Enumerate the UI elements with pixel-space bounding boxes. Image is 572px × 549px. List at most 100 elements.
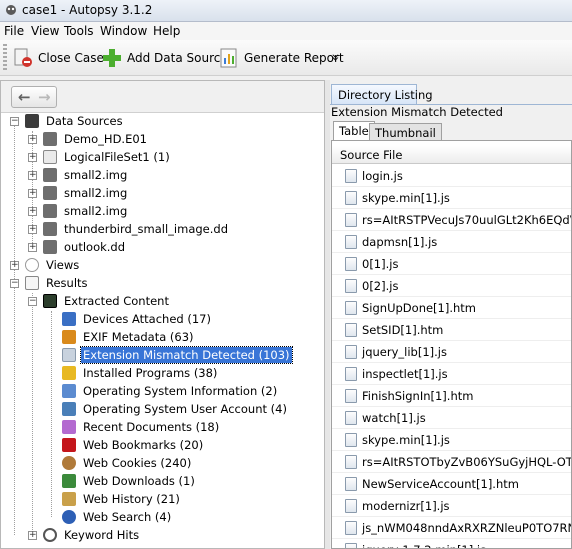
tree-label: Operating System User Account (4) — [83, 402, 287, 416]
tab-directory-listing[interactable]: Directory Listing — [331, 84, 433, 104]
tree-label: Web Search (4) — [83, 510, 172, 524]
tree-node-web-cookies[interactable]: Web Cookies (240) — [62, 454, 193, 472]
expand-toggle[interactable]: + — [28, 189, 37, 198]
disk-image-icon — [43, 204, 57, 218]
table-row[interactable]: inspectlet[1].js — [332, 363, 571, 385]
tree-node-os-user-account[interactable]: Operating System User Account (4) — [62, 400, 289, 418]
window-title: case1 - Autopsy 3.1.2 — [22, 3, 153, 17]
results-icon — [25, 276, 39, 290]
file-icon — [345, 278, 357, 293]
tree-node-web-downloads[interactable]: Web Downloads (1) — [62, 472, 197, 490]
menu-window[interactable]: Window — [100, 24, 147, 38]
tree-label: small2.img — [64, 168, 128, 182]
file-name: dapmsn[1].js — [362, 234, 438, 249]
file-icon — [345, 432, 357, 447]
table-row[interactable]: dapmsn[1].js — [332, 231, 571, 253]
close-case-button[interactable]: Close Case — [13, 46, 104, 70]
expand-toggle[interactable]: + — [28, 225, 37, 234]
tree-label: Web Cookies (240) — [83, 456, 192, 470]
recent-docs-icon — [62, 420, 76, 434]
tree-node-source[interactable]: Demo_HD.E01 — [43, 130, 149, 148]
autopsy-logo-icon — [6, 5, 16, 15]
table-row[interactable]: 0[1].js — [332, 253, 571, 275]
tree-node-source[interactable]: small2.img — [43, 184, 129, 202]
menu-tools[interactable]: Tools — [64, 24, 94, 38]
tree-node-source[interactable]: LogicalFileSet1 (1) — [43, 148, 172, 166]
add-data-source-button[interactable]: Add Data Source — [102, 46, 228, 70]
table-row[interactable]: modernizr[1].js — [332, 495, 571, 517]
add-data-source-label: Add Data Source — [127, 51, 228, 65]
disk-image-icon — [43, 186, 57, 200]
expand-toggle[interactable]: + — [28, 153, 37, 162]
tree-node-data-sources[interactable]: Data Sources — [25, 112, 125, 130]
usb-icon — [62, 312, 76, 326]
expand-toggle[interactable]: + — [28, 531, 37, 540]
tree-node-recent-documents[interactable]: Recent Documents (18) — [62, 418, 221, 436]
menu-bar: File View Tools Window Help — [0, 22, 572, 40]
file-name: js_nWM048nndAxRXRZNleuP0TO7RNJ1recU — [362, 520, 571, 535]
tree-node-extension-mismatch[interactable]: Extension Mismatch Detected (103) — [62, 346, 293, 364]
toolbar-grip[interactable] — [3, 44, 7, 72]
table-row[interactable]: SignUpDone[1].htm — [332, 297, 571, 319]
collapse-toggle[interactable]: − — [28, 297, 37, 306]
collapse-toggle[interactable]: − — [10, 279, 19, 288]
camera-icon — [62, 330, 76, 344]
tree-node-installed-programs[interactable]: Installed Programs (38) — [62, 364, 219, 382]
table-row[interactable]: skype.min[1].js — [332, 429, 571, 451]
table-row[interactable]: NewServiceAccount[1].htm — [332, 473, 571, 495]
tree-node-results[interactable]: Results — [25, 274, 90, 292]
table-row[interactable]: watch[1].js — [332, 407, 571, 429]
expand-toggle[interactable]: + — [28, 171, 37, 180]
tree-panel: ← → − Data Sources + Demo_HD.E01 + Logic… — [0, 80, 325, 549]
tree-node-source[interactable]: small2.img — [43, 202, 129, 220]
menu-view[interactable]: View — [31, 24, 59, 38]
table-row[interactable]: 0[2].js — [332, 275, 571, 297]
expand-toggle[interactable]: + — [28, 135, 37, 144]
expand-toggle[interactable]: + — [28, 207, 37, 216]
table-row[interactable]: jquery_lib[1].js — [332, 341, 571, 363]
table-row[interactable]: FinishSignIn[1].htm — [332, 385, 571, 407]
expand-toggle[interactable]: + — [10, 261, 19, 270]
collapse-toggle[interactable]: − — [10, 117, 19, 126]
tree-node-devices-attached[interactable]: Devices Attached (17) — [62, 310, 213, 328]
tree-node-source[interactable]: outlook.dd — [43, 238, 127, 256]
file-name: skype.min[1].js — [362, 190, 450, 205]
menu-file[interactable]: File — [4, 24, 24, 38]
tree-node-extracted-content[interactable]: Extracted Content — [43, 292, 171, 310]
tree-node-os-information[interactable]: Operating System Information (2) — [62, 382, 279, 400]
toolbar-overflow-icon[interactable]: » — [327, 54, 342, 62]
table-row[interactable]: js_nWM048nndAxRXRZNleuP0TO7RNJ1recU — [332, 517, 571, 539]
column-header-source-file[interactable]: Source File — [332, 146, 571, 164]
table-row[interactable]: rs=AItRSTPVecuJs70uulGLt2Kh6EQdVJvfbQ — [332, 209, 571, 231]
tree-node-views[interactable]: Views — [25, 256, 81, 274]
generate-report-button[interactable]: Generate Report — [219, 46, 344, 70]
web-search-icon — [62, 510, 76, 524]
disk-image-icon — [43, 222, 57, 236]
table-row[interactable]: jquery-1.7.2.min[1].js — [332, 539, 571, 548]
tree-node-keyword-hits[interactable]: Keyword Hits — [43, 526, 141, 544]
tree-node-source[interactable]: small2.img — [43, 166, 129, 184]
magnifier-icon — [43, 528, 57, 542]
tree-node-web-bookmarks[interactable]: Web Bookmarks (20) — [62, 436, 205, 454]
tree-label: small2.img — [64, 186, 128, 200]
file-icon — [345, 322, 357, 337]
file-icon — [345, 454, 357, 469]
tab-thumbnail[interactable]: Thumbnail — [369, 123, 442, 140]
tree-node-web-search[interactable]: Web Search (4) — [62, 508, 173, 526]
back-arrow-icon[interactable]: ← — [18, 87, 31, 107]
forward-arrow-icon[interactable]: → — [38, 87, 51, 107]
file-name: NewServiceAccount[1].htm — [362, 476, 519, 491]
tree-node-exif-metadata[interactable]: EXIF Metadata (63) — [62, 328, 196, 346]
report-chart-icon — [220, 48, 237, 68]
logical-files-icon — [43, 150, 57, 164]
table-row[interactable]: SetSID[1].htm — [332, 319, 571, 341]
table-row[interactable]: rs=AItRSTOTbyZvB06YSuGyjHQL-OTGPSVic — [332, 451, 571, 473]
table-row[interactable]: skype.min[1].js — [332, 187, 571, 209]
tree-label: Web Bookmarks (20) — [83, 438, 204, 452]
table-row[interactable]: login.js — [332, 165, 571, 187]
tree-node-source[interactable]: thunderbird_small_image.dd — [43, 220, 230, 238]
file-name: skype.min[1].js — [362, 432, 450, 447]
expand-toggle[interactable]: + — [28, 243, 37, 252]
tree-node-web-history[interactable]: Web History (21) — [62, 490, 182, 508]
menu-help[interactable]: Help — [153, 24, 180, 38]
